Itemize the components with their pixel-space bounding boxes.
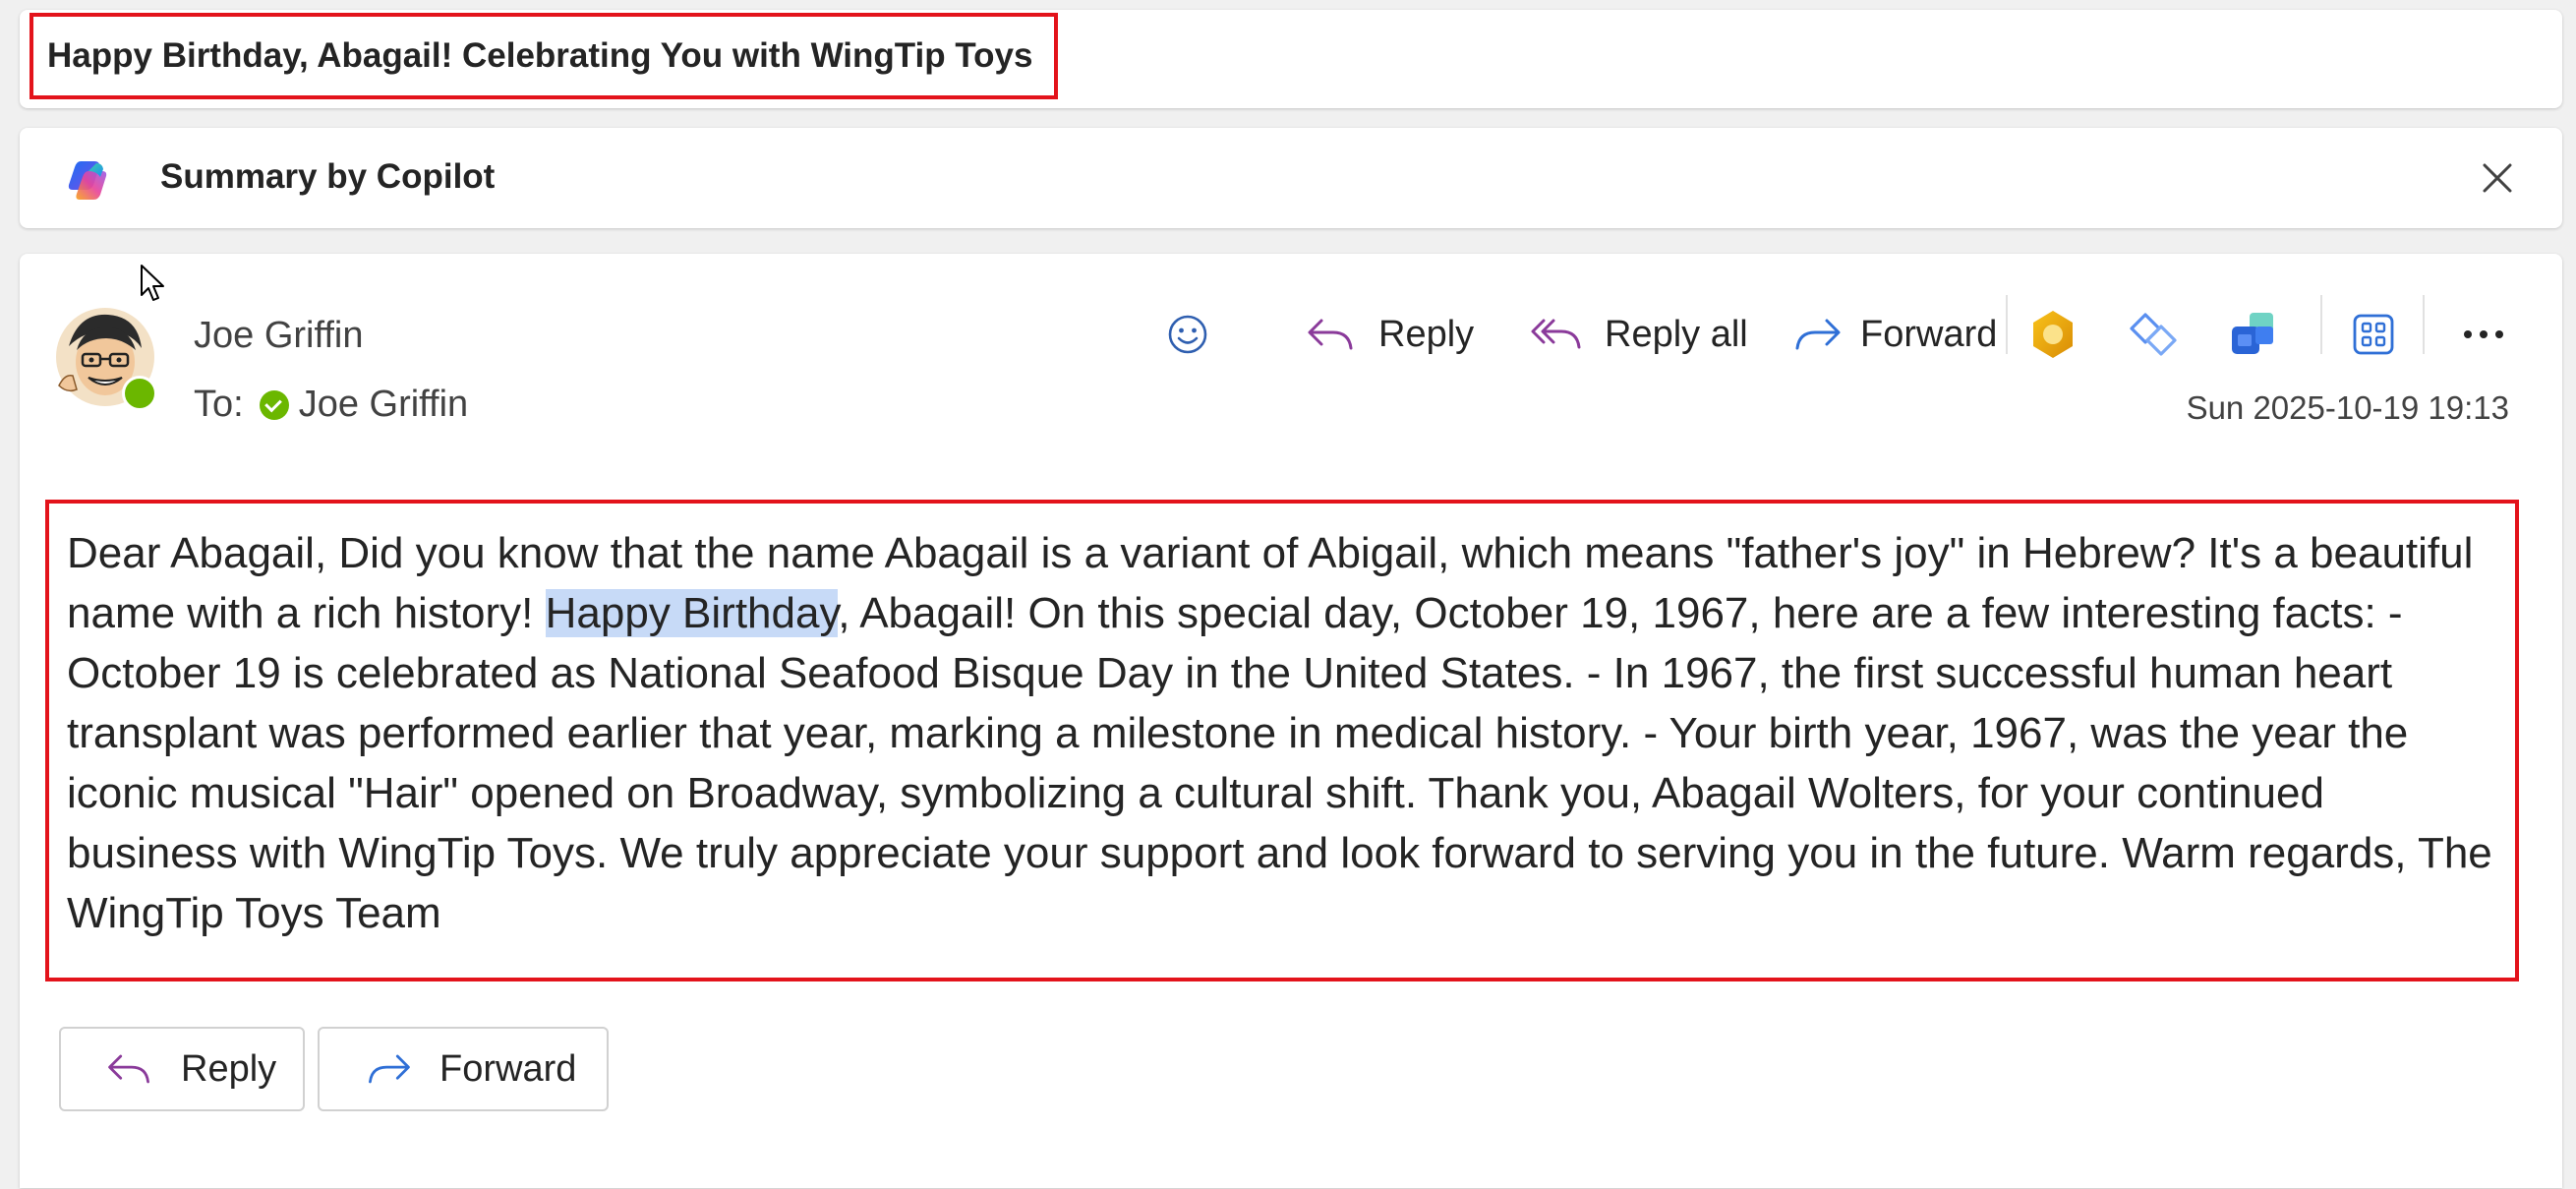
toolbar-divider xyxy=(2006,295,2008,354)
copilot-icon xyxy=(68,161,107,200)
message-panel: Joe Griffin To: Joe Griffin Reply Reply … xyxy=(20,254,2562,1188)
subject-bar: Happy Birthday, Abagail! Celebrating You… xyxy=(20,10,2562,108)
reply-icon xyxy=(1308,319,1353,350)
premium-addin-button[interactable] xyxy=(2025,299,2080,370)
footer-forward-button[interactable]: Forward xyxy=(318,1027,609,1111)
reply-button[interactable]: Reply xyxy=(1304,299,1474,370)
forward-label: Forward xyxy=(1860,313,1998,355)
message-timestamp: Sun 2025-10-19 19:13 xyxy=(2186,389,2509,426)
teams-icon xyxy=(2232,313,2273,354)
forward-icon xyxy=(369,1054,410,1084)
presence-available-icon xyxy=(122,376,157,411)
body-text: , Abagail! On this special day, October … xyxy=(67,589,2492,937)
premium-addin-icon xyxy=(2033,311,2073,358)
more-icon xyxy=(2464,330,2503,338)
summary-label: Summary by Copilot xyxy=(160,157,496,196)
more-actions-button[interactable] xyxy=(2460,299,2507,370)
reply-all-button[interactable]: Reply all xyxy=(1530,299,1748,370)
teams-button[interactable] xyxy=(2226,299,2281,370)
forward-button[interactable]: Forward xyxy=(1789,299,1997,370)
react-button[interactable] xyxy=(1166,299,1209,370)
selected-text[interactable]: Happy Birthday xyxy=(545,589,839,637)
smiley-icon xyxy=(1168,315,1207,354)
message-body: Dear Abagail, Did you know that the name… xyxy=(45,500,2519,981)
apps-button[interactable] xyxy=(2352,299,2395,370)
close-icon[interactable] xyxy=(2475,155,2520,201)
mouse-cursor-icon xyxy=(141,265,164,301)
loop-button[interactable] xyxy=(2126,299,2181,370)
copilot-summary-bar[interactable]: Summary by Copilot xyxy=(20,128,2562,228)
reply-all-icon xyxy=(1531,319,1581,349)
email-subject: Happy Birthday, Abagail! Celebrating You… xyxy=(29,13,1059,99)
toolbar-divider xyxy=(2423,295,2425,354)
footer-reply-label: Reply xyxy=(181,1047,277,1090)
reply-label: Reply xyxy=(1378,313,1475,355)
reply-icon xyxy=(108,1054,149,1084)
footer-forward-label: Forward xyxy=(439,1047,577,1090)
loop-icon xyxy=(2130,313,2177,356)
sender-name[interactable]: Joe Griffin xyxy=(194,315,363,357)
footer-reply-button[interactable]: Reply xyxy=(59,1027,305,1111)
forward-icon xyxy=(1795,319,1841,350)
presence-available-icon xyxy=(259,389,289,420)
apps-icon xyxy=(2353,314,2394,355)
toolbar-divider xyxy=(2320,295,2322,354)
recipient-name[interactable]: Joe Griffin xyxy=(299,384,468,426)
to-label: To: xyxy=(194,384,244,425)
recipients-line: To: Joe Griffin xyxy=(194,384,468,426)
reply-all-label: Reply all xyxy=(1605,313,1748,355)
